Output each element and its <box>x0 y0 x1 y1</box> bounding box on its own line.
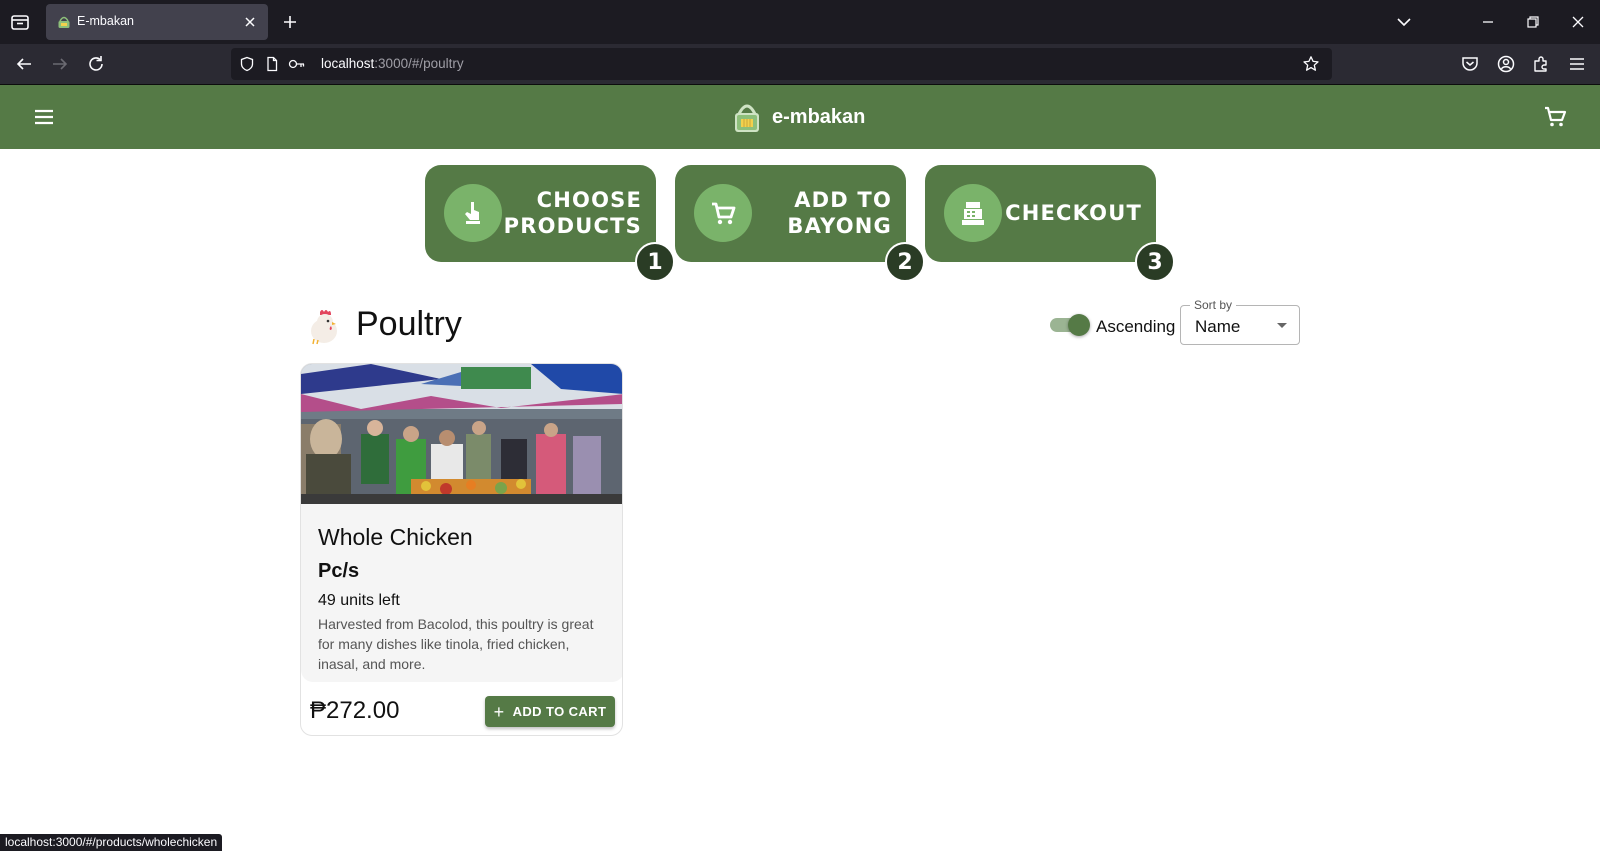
basket-favicon-icon <box>58 16 70 28</box>
sort-order-toggle[interactable] <box>1050 314 1090 336</box>
add-to-cart-label: ADD TO CART <box>512 704 607 719</box>
extensions-icon[interactable] <box>1530 53 1552 75</box>
chicken-icon <box>311 310 337 345</box>
step-3-label: CHECKOUT <box>1005 201 1142 225</box>
step-checkout: CHECKOUT 3 <box>925 165 1175 282</box>
step-3-icon-circle <box>944 184 1002 242</box>
account-icon[interactable] <box>1495 53 1517 75</box>
forward-arrow-icon[interactable] <box>49 53 71 75</box>
product-card[interactable]: Whole Chicken Pc/s 49 units left Harvest… <box>300 363 623 736</box>
step-1-icon-circle <box>444 184 502 242</box>
address-bar[interactable]: localhost:3000/#/poultry <box>231 48 1332 80</box>
page-icon[interactable] <box>264 56 280 72</box>
cash-register-icon <box>962 202 984 225</box>
product-description: Harvested from Bacolod, this poultry is … <box>318 616 594 672</box>
chevron-down-icon[interactable] <box>1392 10 1416 34</box>
menu-icon[interactable] <box>30 104 58 130</box>
step-1-label: CHOOSE PRODUCTS <box>503 188 642 238</box>
sort-by-value: Name <box>1195 317 1241 336</box>
product-stock: 49 units left <box>318 592 400 609</box>
reload-icon[interactable] <box>85 53 107 75</box>
key-icon[interactable] <box>288 56 306 72</box>
tab-list-icon[interactable] <box>8 10 32 34</box>
close-tab-icon[interactable] <box>240 12 260 32</box>
sort-order-label: Ascending <box>1096 317 1176 336</box>
tab-title: E-mbakan <box>77 14 134 28</box>
step-add-to-bayong: ADD TO BAYONG 2 <box>675 165 925 282</box>
hamburger-menu-icon[interactable] <box>1566 53 1588 75</box>
brand-name: e-mbakan <box>772 105 866 128</box>
category-header: Poultry Ascending Sort by Name <box>304 298 1300 348</box>
step-1-number: 1 <box>635 242 675 282</box>
product-name: Whole Chicken <box>318 524 473 550</box>
toggle-thumb[interactable] <box>1068 314 1090 336</box>
new-tab-icon[interactable] <box>280 12 300 32</box>
restore-icon[interactable] <box>1521 10 1545 34</box>
category-title: Poultry <box>356 305 462 343</box>
step-choose-products: CHOOSE PRODUCTS 1 <box>425 165 675 282</box>
plus-icon: + <box>493 701 505 722</box>
step-2-label: ADD TO BAYONG <box>787 188 892 238</box>
cart-icon[interactable] <box>1542 104 1568 130</box>
sort-by-legend: Sort by <box>1190 298 1237 312</box>
market-photo-image <box>301 364 622 504</box>
product-photo[interactable] <box>301 364 622 504</box>
browser-tab-bar: E-mbakan <box>0 0 1600 44</box>
product-unit: Pc/s <box>318 560 360 582</box>
browser-tab[interactable]: E-mbakan <box>46 4 268 40</box>
close-window-icon[interactable] <box>1566 10 1590 34</box>
browser-nav-bar: localhost:3000/#/poultry <box>0 44 1600 85</box>
shield-icon[interactable] <box>239 56 255 72</box>
bayong-basket-logo-icon <box>735 104 759 132</box>
step-2-icon-circle <box>694 184 752 242</box>
dropdown-arrow-icon[interactable] <box>1277 323 1287 328</box>
link-status-bar: localhost:3000/#/products/wholechicken <box>0 834 223 851</box>
sort-by-select[interactable]: Sort by Name <box>1180 298 1300 345</box>
back-arrow-icon[interactable] <box>13 53 35 75</box>
app-header: e-mbakan <box>0 85 1600 149</box>
step-2-number: 2 <box>885 242 925 282</box>
product-info[interactable]: Whole Chicken Pc/s 49 units left Harvest… <box>301 504 622 682</box>
product-price: ₱272.00 <box>310 697 400 724</box>
pocket-icon[interactable] <box>1459 53 1481 75</box>
minimize-icon[interactable] <box>1476 10 1500 34</box>
url-text: localhost:3000/#/poultry <box>321 56 464 71</box>
bookmark-star-icon[interactable] <box>1302 55 1320 73</box>
add-to-cart-button[interactable]: + ADD TO CART <box>485 696 615 727</box>
hand-point-icon <box>465 202 480 224</box>
cart-icon <box>712 202 736 225</box>
step-3-number: 3 <box>1135 242 1175 282</box>
brand[interactable]: e-mbakan <box>732 99 865 135</box>
